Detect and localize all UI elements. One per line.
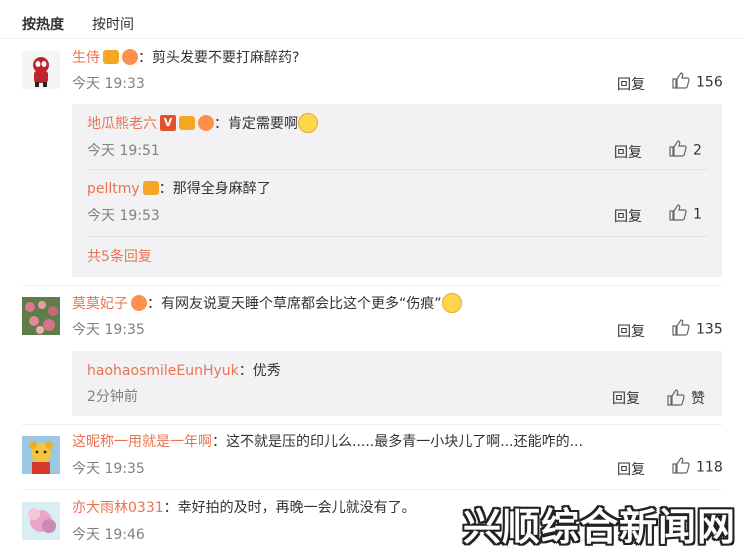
member-badge-icon [142, 181, 159, 195]
like-count: 118 [696, 459, 723, 476]
thumbs-up-icon [672, 72, 690, 89]
sub-reply-body: pelltmy ：那得全身麻醉了 [87, 179, 271, 199]
username-link[interactable]: 地瓜熊老六 [87, 116, 157, 132]
thumbs-up-icon [669, 140, 687, 157]
username-link[interactable]: 这昵称一用就是一年啊 [72, 434, 212, 450]
colon: ： [138, 50, 152, 66]
comment-text: 有网友说夏天睡个草席都会比这个更多“伤痕” [161, 296, 442, 312]
colon: ： [163, 500, 178, 516]
fan-badge-icon [198, 115, 214, 131]
tab-sort-by-time[interactable]: 按时间 [92, 14, 134, 34]
like-button[interactable]: 135 [672, 319, 723, 338]
thumbs-up-icon [669, 204, 687, 221]
comment-time: 今天 19:46 [72, 527, 145, 543]
reply-button[interactable]: 回复 [612, 388, 640, 408]
colon: ： [158, 181, 173, 197]
username-link[interactable]: haohaosmileEunHyuk [87, 363, 239, 379]
comment-body: 亦大雨林0331：幸好拍的及时，再晚一会儿就没有了。 [72, 498, 416, 518]
username-link[interactable]: 亦大雨林0331 [72, 500, 164, 516]
more-replies-count[interactable]: 共5条回复 [87, 249, 152, 265]
member-badge-icon [179, 116, 195, 130]
like-label: 赞 [691, 391, 705, 407]
tab-sort-by-hot[interactable]: 按热度 [22, 14, 64, 34]
reply-button[interactable]: 回复 [617, 74, 645, 94]
reply-button[interactable]: 回复 [614, 206, 642, 226]
reply-button[interactable]: 回复 [617, 321, 645, 341]
comment-text: 幸好拍的及时，再晚一会儿就没有了。 [177, 500, 416, 516]
like-count: 135 [696, 321, 723, 338]
sub-reply-time: 今天 19:51 [87, 143, 160, 159]
like-button[interactable]: 118 [672, 457, 723, 476]
laughing-emoji-icon [298, 113, 318, 133]
thumbs-up-icon [672, 319, 690, 336]
verified-v-icon: V [160, 115, 176, 131]
like-button[interactable]: 156 [672, 72, 723, 91]
sub-divider [86, 236, 708, 237]
comment-body: 生侍 ：剪头发要不要打麻醉药? [72, 48, 299, 68]
header-divider [0, 38, 744, 39]
reply-button[interactable]: 回复 [617, 459, 645, 479]
comment-text: 这不就是压的印儿么.....最多青一小块儿了啊...还能咋的... [226, 434, 583, 450]
avatar[interactable] [22, 51, 60, 89]
comment-time: 今天 19:35 [72, 322, 145, 338]
thumbs-up-icon [667, 388, 685, 406]
thumbs-up-icon [672, 457, 690, 474]
member-badge-icon [103, 50, 119, 64]
avatar[interactable] [22, 502, 60, 540]
like-count: 1 [693, 206, 702, 223]
like-button[interactable]: 1 [669, 204, 702, 223]
sub-divider [86, 169, 708, 170]
laughing-emoji-icon [441, 293, 462, 313]
comment-body: 这昵称一用就是一年啊：这不就是压的印儿么.....最多青一小块儿了啊...还能咋… [72, 432, 583, 452]
like-button[interactable]: 2 [669, 140, 702, 159]
sub-reply-text: 优秀 [252, 363, 281, 379]
sub-reply-body: 地瓜熊老六 V ：肯定需要啊 [87, 113, 318, 134]
like-button[interactable]: 赞 [667, 388, 705, 408]
avatar[interactable] [22, 297, 60, 335]
username-link[interactable]: 莫莫妃子 [72, 296, 128, 312]
comment-time: 今天 19:35 [72, 461, 145, 477]
comment-separator [22, 424, 722, 425]
comment-separator [22, 285, 722, 286]
like-count: 2 [693, 142, 702, 159]
sub-reply-time: 2分钟前 [87, 389, 138, 405]
fan-badge-icon [122, 49, 138, 65]
comment-text: 剪头发要不要打麻醉药? [152, 50, 300, 66]
colon: ： [147, 296, 161, 312]
reply-button[interactable]: 回复 [614, 142, 642, 162]
comment-time: 今天 19:33 [72, 76, 145, 92]
sub-reply-text: 那得全身麻醉了 [172, 181, 271, 197]
sub-reply-body: haohaosmileEunHyuk：优秀 [87, 361, 281, 381]
username-link[interactable]: 生侍 [72, 50, 100, 66]
sub-reply-time: 今天 19:53 [87, 208, 160, 224]
colon: ： [214, 116, 228, 132]
colon: ： [238, 363, 253, 379]
like-count: 156 [696, 74, 723, 91]
username-link[interactable]: pelltmy [87, 181, 140, 197]
comment-body: 莫莫妃子 ：有网友说夏天睡个草席都会比这个更多“伤痕” [72, 293, 462, 314]
avatar[interactable] [22, 436, 60, 474]
fan-badge-icon [131, 295, 147, 311]
comment-separator [22, 489, 722, 490]
colon: ： [212, 434, 226, 450]
site-watermark: 兴顺综合新闻网 [462, 505, 736, 549]
sub-reply-text: 肯定需要啊 [228, 116, 298, 132]
view-more-replies-link[interactable]: 共5条回复 [87, 247, 152, 267]
